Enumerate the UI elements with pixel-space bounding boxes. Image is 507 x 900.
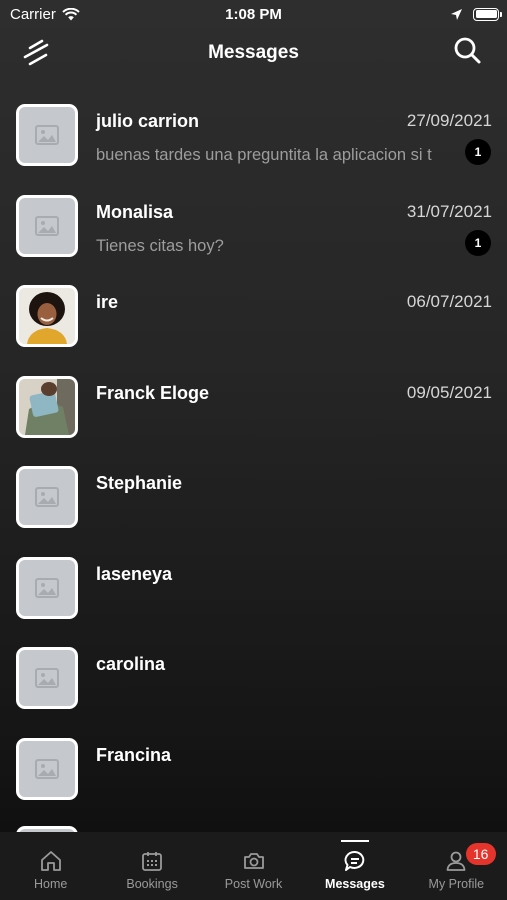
tab-home[interactable]: Home [0, 832, 101, 900]
calendar-icon [142, 852, 163, 871]
search-button[interactable] [450, 34, 484, 68]
avatar-photo [16, 285, 78, 347]
tab-label: Messages [325, 877, 385, 891]
tab-label: Post Work [224, 877, 283, 891]
avatar [16, 104, 78, 166]
image-placeholder-icon [35, 215, 59, 236]
avatar [16, 466, 78, 528]
contact-name: Francina [96, 744, 172, 765]
unread-count-badge: 1 [465, 229, 491, 256]
avatar [16, 194, 78, 257]
home-icon [40, 851, 61, 871]
carrier-label: Carrier [10, 5, 56, 23]
avatar [16, 647, 78, 709]
image-placeholder-icon [35, 758, 59, 779]
conversation-row[interactable]: Franck Eloge 09/05/2021 [0, 362, 507, 453]
status-left: Carrier [10, 6, 80, 23]
conversation-row[interactable]: Francina [0, 724, 507, 815]
image-placeholder-icon [35, 668, 59, 688]
message-preview: Tienes citas hoy? [96, 236, 224, 255]
active-tab-indicator [340, 840, 369, 842]
avatar [16, 737, 78, 800]
tab-label: Bookings [126, 877, 178, 891]
camera-icon [243, 853, 264, 869]
chat-icon [344, 851, 365, 871]
tab-post-work[interactable]: Post Work [203, 832, 304, 900]
message-date: 09/05/2021 [406, 382, 492, 402]
message-date: 06/07/2021 [406, 292, 492, 311]
search-icon [454, 37, 481, 64]
person-photo-image [19, 378, 75, 435]
tab-bookings[interactable]: Bookings [101, 832, 202, 900]
tab-bar: Home Bookings Post Work Messages My Prof… [0, 832, 507, 900]
location-arrow-icon [451, 8, 462, 20]
page-title: Messages [208, 42, 299, 63]
conversation-row[interactable]: julio carrion 27/09/2021 buenas tardes u… [0, 90, 507, 181]
battery-icon [473, 7, 502, 21]
conversation-row[interactable]: laseneya [0, 543, 507, 634]
nav-bar: Messages [0, 30, 507, 76]
image-placeholder-icon [35, 125, 59, 145]
message-date: 27/09/2021 [406, 111, 492, 130]
contact-name: julio carrion [96, 111, 200, 131]
notification-badge: 16 [465, 843, 496, 865]
image-placeholder-icon [35, 487, 59, 507]
status-bar: Carrier 1:08 PM [0, 0, 507, 28]
conversation-row[interactable]: Stephanie [0, 452, 507, 543]
unread-count-badge: 1 [465, 139, 491, 165]
contact-name: ire [96, 292, 119, 312]
wifi-icon [62, 7, 80, 20]
tab-messages[interactable]: Messages [304, 832, 405, 900]
avatar-photo [16, 375, 78, 438]
image-placeholder-icon [35, 577, 59, 598]
woman-portrait-image [19, 288, 75, 344]
tab-my-profile[interactable]: My Profile 16 [406, 832, 507, 900]
profile-icon [446, 851, 466, 871]
message-preview: buenas tardes una preguntita la aplicaci… [96, 146, 432, 164]
conversation-list: julio carrion 27/09/2021 buenas tardes u… [0, 90, 507, 814]
tab-label: Home [34, 877, 68, 891]
message-date: 31/07/2021 [406, 201, 492, 221]
contact-name: Franck Eloge [96, 382, 210, 403]
avatar [16, 556, 78, 619]
conversation-row[interactable]: Monalisa 31/07/2021 Tienes citas hoy? 1 [0, 181, 507, 272]
tab-label: My Profile [428, 877, 485, 891]
contact-name: Monalisa [96, 201, 174, 222]
status-right [450, 7, 502, 21]
contact-name: carolina [96, 654, 166, 674]
contact-name: Stephanie [96, 473, 183, 493]
conversation-row[interactable]: carolina [0, 633, 507, 724]
contact-name: laseneya [96, 563, 173, 584]
conversation-row[interactable]: ire 06/07/2021 [0, 271, 507, 362]
